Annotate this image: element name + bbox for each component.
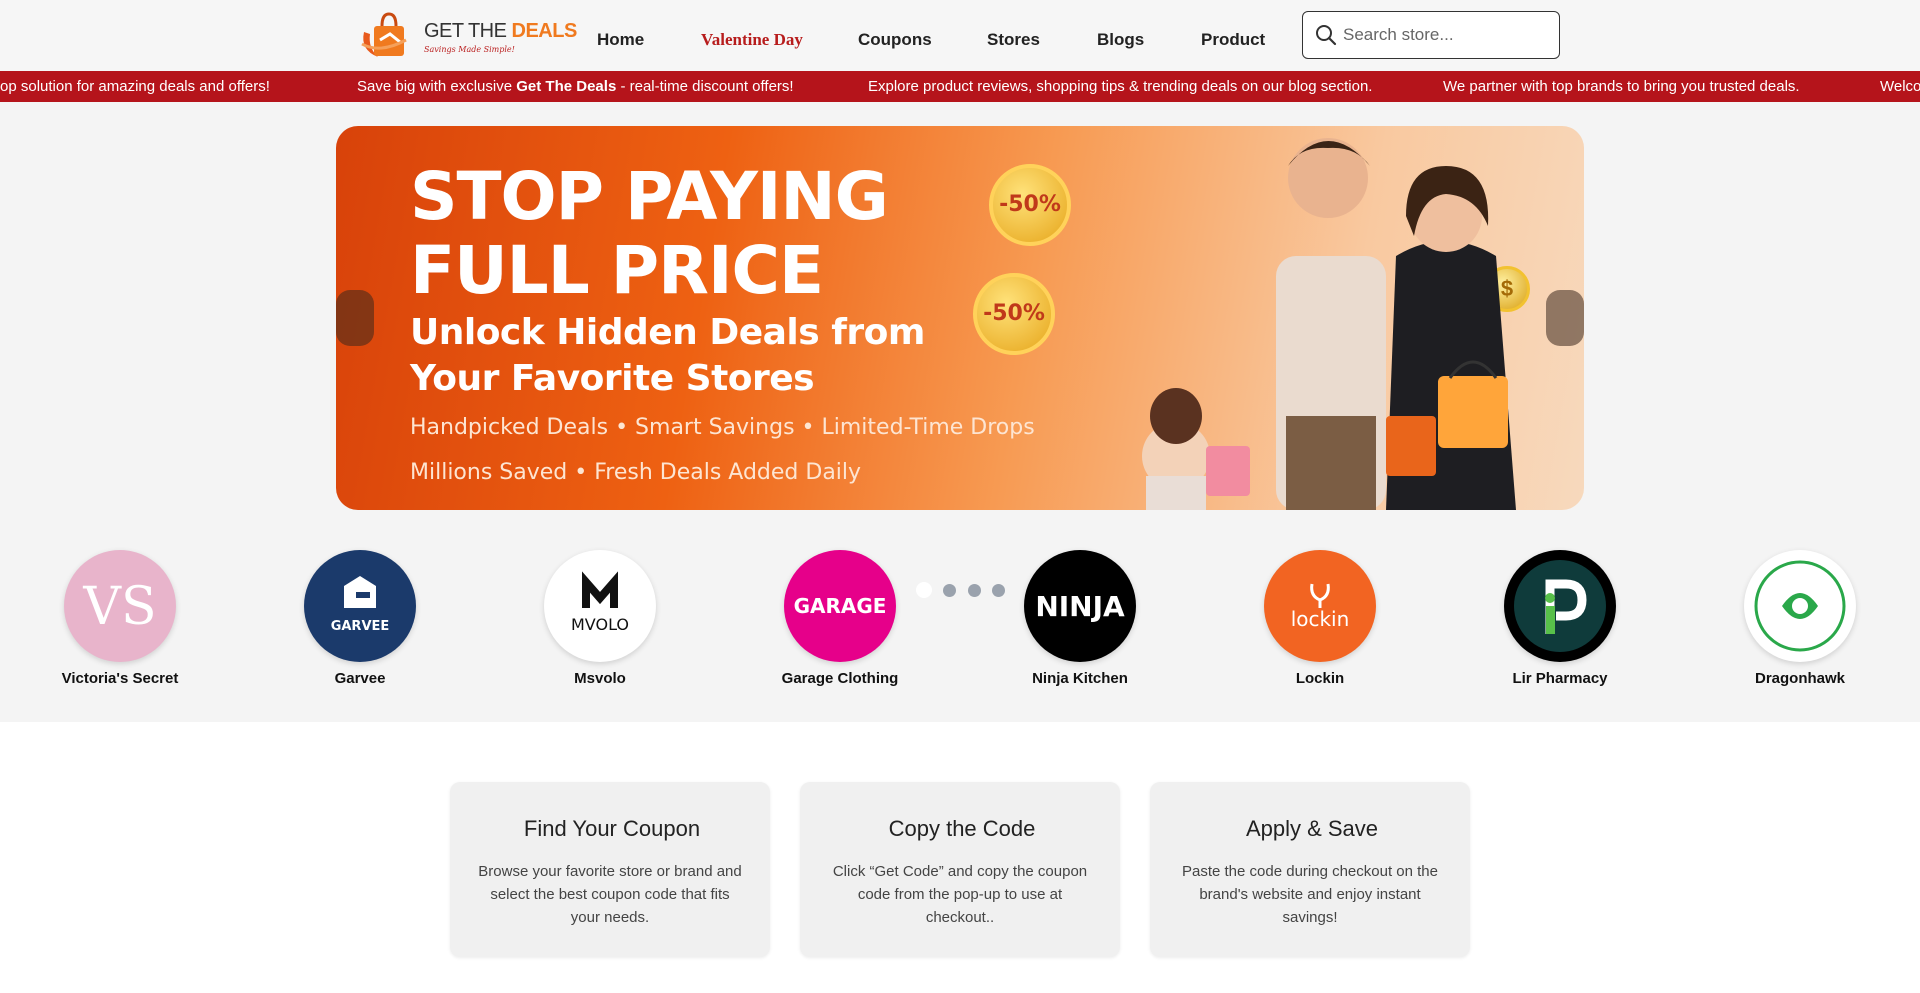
brand-logo: GARAGE: [784, 550, 896, 662]
brand-logo: NINJA: [1024, 550, 1136, 662]
announcement-ticker: op solution for amazing deals and offers…: [0, 71, 1920, 102]
logo-tagline: Savings Made Simple!: [424, 45, 515, 54]
svg-text:NINJA: NINJA: [1035, 590, 1125, 623]
brand-logo: MVOLO: [544, 550, 656, 662]
step-description: Paste the code during checkout on the br…: [1181, 863, 1438, 926]
brand-name: Ninja Kitchen: [1032, 670, 1128, 687]
brand-name: Dragonhawk: [1754, 670, 1845, 687]
svg-text:VS: VS: [82, 577, 156, 637]
brand-name: Garage Clothing: [781, 670, 899, 687]
brand-name: Victoria's Secret: [61, 670, 179, 687]
shopping-bag-logo-icon: [361, 12, 407, 57]
step-description: Click “Get Code” and copy the coupon cod…: [832, 863, 1088, 926]
hero-subtitle: Unlock Hidden Deals from Your Favorite S…: [410, 312, 925, 399]
ticker-item: op solution for amazing deals and offers…: [0, 78, 270, 95]
family-shopping-illustration: [1142, 138, 1516, 510]
svg-text:lockin: lockin: [1291, 607, 1350, 631]
brand-logo: lockin: [1264, 550, 1376, 662]
ticker-item: Save big with exclusive Get The Deals - …: [357, 78, 794, 95]
brand-card-ninja-kitchen[interactable]: NINJA Ninja Kitchen: [980, 550, 1180, 687]
brand-logo: GARVEE: [304, 550, 416, 662]
brand-card-garage-clothing[interactable]: GARAGE Garage Clothing: [740, 550, 940, 687]
previous-slide-button[interactable]: [336, 290, 374, 346]
store-search-box[interactable]: [1302, 11, 1560, 59]
site-logo[interactable]: GET THE DEALS Savings Made Simple!: [358, 8, 577, 62]
brand-card-msvolo[interactable]: MVOLO Msvolo: [500, 550, 700, 687]
step-title: Copy the Code: [888, 816, 1036, 841]
ticker-item: Explore product reviews, shopping tips &…: [868, 78, 1373, 95]
brand-name: Msvolo: [574, 670, 626, 687]
hero-banner[interactable]: STOP PAYING FULL PRICE Unlock Hidden Dea…: [336, 126, 1584, 510]
step-card-apply-save: Apply & Save Paste the code during check…: [1150, 782, 1470, 957]
brand-logo: VS: [64, 550, 176, 662]
next-slide-button[interactable]: [1546, 290, 1584, 346]
brand-card-lir-pharmacy[interactable]: Lir Pharmacy: [1460, 550, 1660, 687]
brand-logo: [1504, 550, 1616, 662]
svg-text:GARAGE: GARAGE: [794, 594, 887, 618]
search-input[interactable]: [1343, 22, 1543, 48]
brand-card-lockin[interactable]: lockin Lockin: [1220, 550, 1420, 687]
nav-valentine-day[interactable]: Valentine Day: [701, 30, 803, 50]
hero-stats: Millions Saved • Fresh Deals Added Daily: [410, 460, 862, 485]
svg-text:MVOLO: MVOLO: [571, 615, 629, 634]
nav-home[interactable]: Home: [597, 30, 644, 50]
ticker-item: We partner with top brands to bring you …: [1443, 78, 1800, 95]
search-icon[interactable]: [1315, 24, 1337, 46]
nav-stores[interactable]: Stores: [987, 30, 1040, 50]
brand-logo: [1744, 550, 1856, 662]
brand-name: Garvee: [334, 670, 386, 687]
brand-name: Lir Pharmacy: [1512, 670, 1608, 687]
carousel-dot-2[interactable]: [943, 584, 956, 597]
brand-name: Lockin: [1295, 670, 1345, 687]
brand-card-victorias-secret[interactable]: VS Victoria's Secret: [20, 550, 220, 687]
nav-product[interactable]: Product: [1201, 30, 1265, 50]
step-title: Find Your Coupon: [523, 816, 701, 841]
ticker-item: Welco: [1880, 78, 1920, 95]
step-description: Browse your favorite store or brand and …: [478, 863, 742, 926]
step-title: Apply & Save: [1245, 816, 1379, 841]
logo-wordmark: GET THE DEALS: [424, 20, 577, 42]
site-header: GET THE DEALS Savings Made Simple! Home …: [0, 0, 1920, 71]
svg-text:GARVEE: GARVEE: [331, 619, 390, 634]
brand-card-garvee[interactable]: GARVEE Garvee: [260, 550, 460, 687]
hero-section: STOP PAYING FULL PRICE Unlock Hidden Dea…: [0, 102, 1920, 722]
step-card-copy-code: Copy the Code Click “Get Code” and copy …: [800, 782, 1120, 957]
nav-blogs[interactable]: Blogs: [1097, 30, 1144, 50]
step-card-find-coupon: Find Your Coupon Browse your favorite st…: [450, 782, 770, 957]
nav-coupons[interactable]: Coupons: [858, 30, 932, 50]
hero-features: Handpicked Deals • Smart Savings • Limit…: [410, 415, 1035, 440]
hero-title: STOP PAYING FULL PRICE: [410, 158, 889, 309]
brand-card-dragonhawk[interactable]: Dragonhawk: [1700, 550, 1900, 687]
